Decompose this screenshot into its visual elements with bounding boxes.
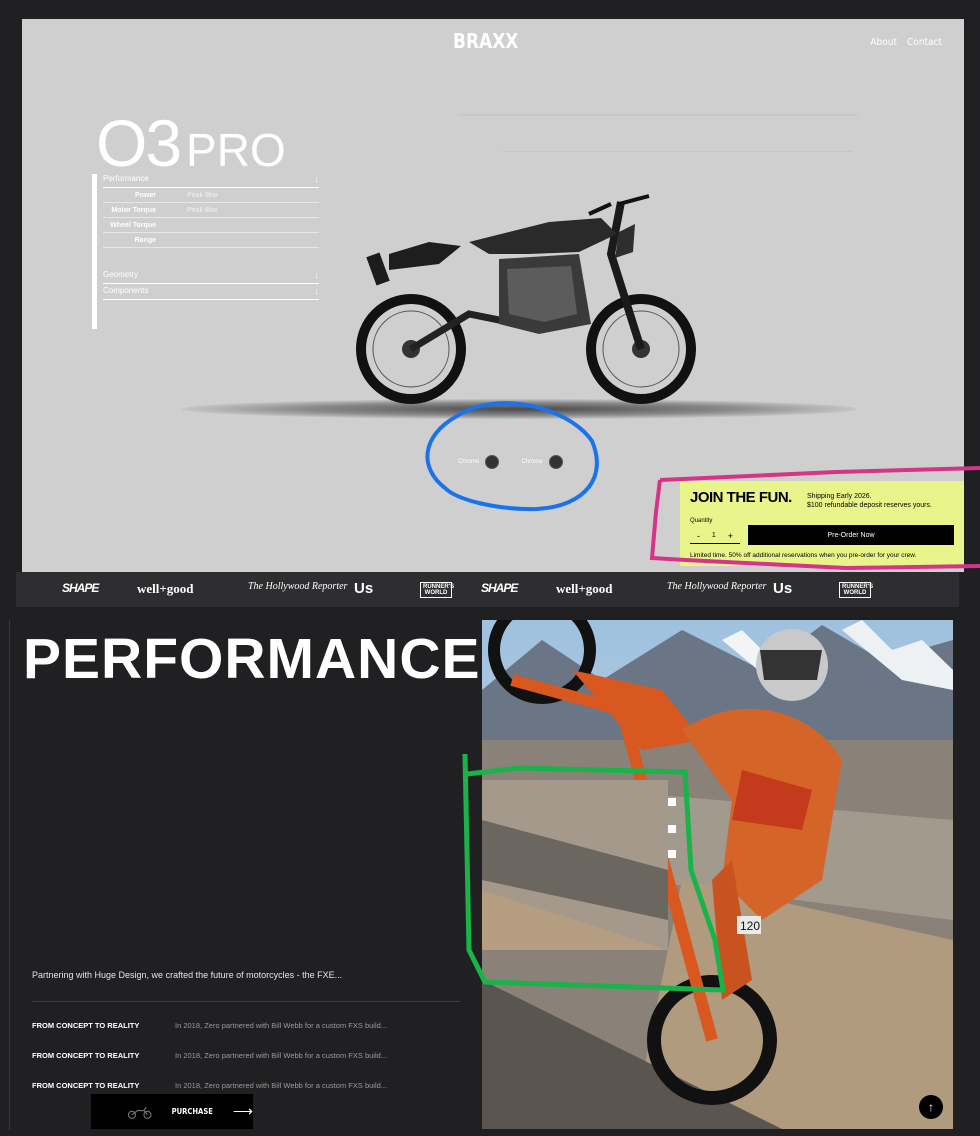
spec-section-geometry[interactable]: Geometry ↓ <box>103 268 319 284</box>
spec-section-label: Performance <box>103 174 149 183</box>
press-logo: RUNNER'S WORLD <box>839 582 873 598</box>
spec-row: Range <box>103 233 319 248</box>
spec-section-label: Geometry <box>103 270 139 279</box>
arrow-right-icon: ⟶ <box>232 1103 253 1119</box>
spec-section-components[interactable]: Components ↓ <box>103 284 319 300</box>
scroll-top-button[interactable]: ↑ <box>919 1095 943 1119</box>
rider-number: 120 <box>740 919 760 933</box>
press-logo: well+good <box>556 581 613 596</box>
spec-section-label: Components <box>103 286 149 295</box>
section-rule <box>9 620 10 1130</box>
arrow-down-icon: ↓ <box>314 174 320 184</box>
page: BRAXX About Contact O3 PRO Performance ↓… <box>0 0 980 1136</box>
nav-about[interactable]: About <box>870 37 897 48</box>
feature-summary: In 2018, Zero partnered with Bill Webb f… <box>175 1051 388 1060</box>
model-number: O3 <box>96 106 182 180</box>
feature-title: FROM CONCEPT TO REALITY <box>32 1051 140 1060</box>
motorcycle-image <box>356 194 696 404</box>
press-logo: Us <box>354 580 374 597</box>
arrow-down-icon: ↓ <box>314 286 320 296</box>
spec-row: Wheel Torque <box>103 218 319 233</box>
spec-section-performance[interactable]: Performance ↓ <box>103 172 319 188</box>
section-title: PERFORMANCE <box>23 627 481 691</box>
purchase-label: PURCHASE <box>172 1107 214 1116</box>
feature-title: FROM CONCEPT TO REALITY <box>32 1021 140 1030</box>
model-suffix: PRO <box>186 124 286 176</box>
feature-title: FROM CONCEPT TO REALITY <box>32 1081 140 1090</box>
nav-contact[interactable]: Contact <box>907 37 942 48</box>
arrow-down-icon: ↓ <box>314 270 320 280</box>
press-logo: SHAPE <box>481 581 518 595</box>
motorcycle-icon <box>127 1106 152 1119</box>
section-intro: Partnering with Huge Design, we crafted … <box>32 970 343 980</box>
purchase-button[interactable]: PURCHASE ⟶ <box>91 1094 253 1129</box>
spec-value: Peak 8kw <box>187 191 218 199</box>
press-logo: The Hollywood Reporter <box>248 581 348 592</box>
faint-line <box>458 114 858 116</box>
press-logo: well+good <box>137 581 194 596</box>
spec-row: Motor Torque Peak 8kw <box>103 203 319 218</box>
green-annotation-box <box>462 753 726 993</box>
spec-value: Peak 8kw <box>187 206 218 214</box>
press-logo: SHAPE <box>62 581 99 595</box>
spec-label: Motor Torque <box>111 206 156 214</box>
top-nav: About Contact <box>870 37 942 48</box>
brand-logo[interactable]: BRAXX <box>453 29 518 53</box>
press-logo: The Hollywood Reporter <box>667 581 767 592</box>
feature-row[interactable]: FROM CONCEPT TO REALITY In 2018, Zero pa… <box>32 1021 387 1030</box>
spec-label: Power <box>134 191 156 199</box>
press-logo: RUNNER'S WORLD <box>420 582 454 598</box>
press-logo: Us <box>773 580 793 597</box>
spec-label: Wheel Torque <box>110 221 156 229</box>
press-logo-strip: SHAPE well+good The Hollywood Reporter U… <box>16 572 959 607</box>
pink-annotation-box <box>649 466 980 571</box>
feature-row[interactable]: FROM CONCEPT TO REALITY In 2018, Zero pa… <box>32 1051 387 1060</box>
model-title: O3 PRO <box>96 105 286 181</box>
feature-row[interactable]: FROM CONCEPT TO REALITY In 2018, Zero pa… <box>32 1081 387 1090</box>
feature-summary: In 2018, Zero partnered with Bill Webb f… <box>175 1021 388 1030</box>
spec-row: Power Peak 8kw <box>103 188 319 203</box>
divider <box>32 1001 460 1002</box>
spec-accent-bar <box>92 174 97 329</box>
blue-annotation-circle <box>425 401 599 512</box>
faint-line <box>502 151 852 152</box>
feature-summary: In 2018, Zero partnered with Bill Webb f… <box>175 1081 388 1090</box>
spec-label: Range <box>134 236 156 244</box>
spec-panel: Performance ↓ Power Peak 8kw Motor Torqu… <box>103 172 319 300</box>
